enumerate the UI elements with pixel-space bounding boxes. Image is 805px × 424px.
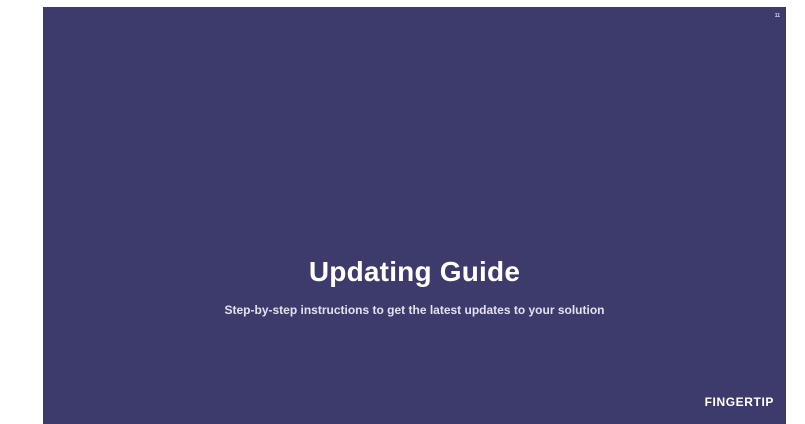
fingertip-logo: FINGERTIP xyxy=(704,395,774,409)
page-number: 11 xyxy=(774,13,780,19)
slide-subtitle: Step-by-step instructions to get the lat… xyxy=(224,303,605,317)
title-slide: 11 Updating Guide Step-by-step instructi… xyxy=(43,7,786,424)
slide-title: Updating Guide xyxy=(308,256,521,287)
